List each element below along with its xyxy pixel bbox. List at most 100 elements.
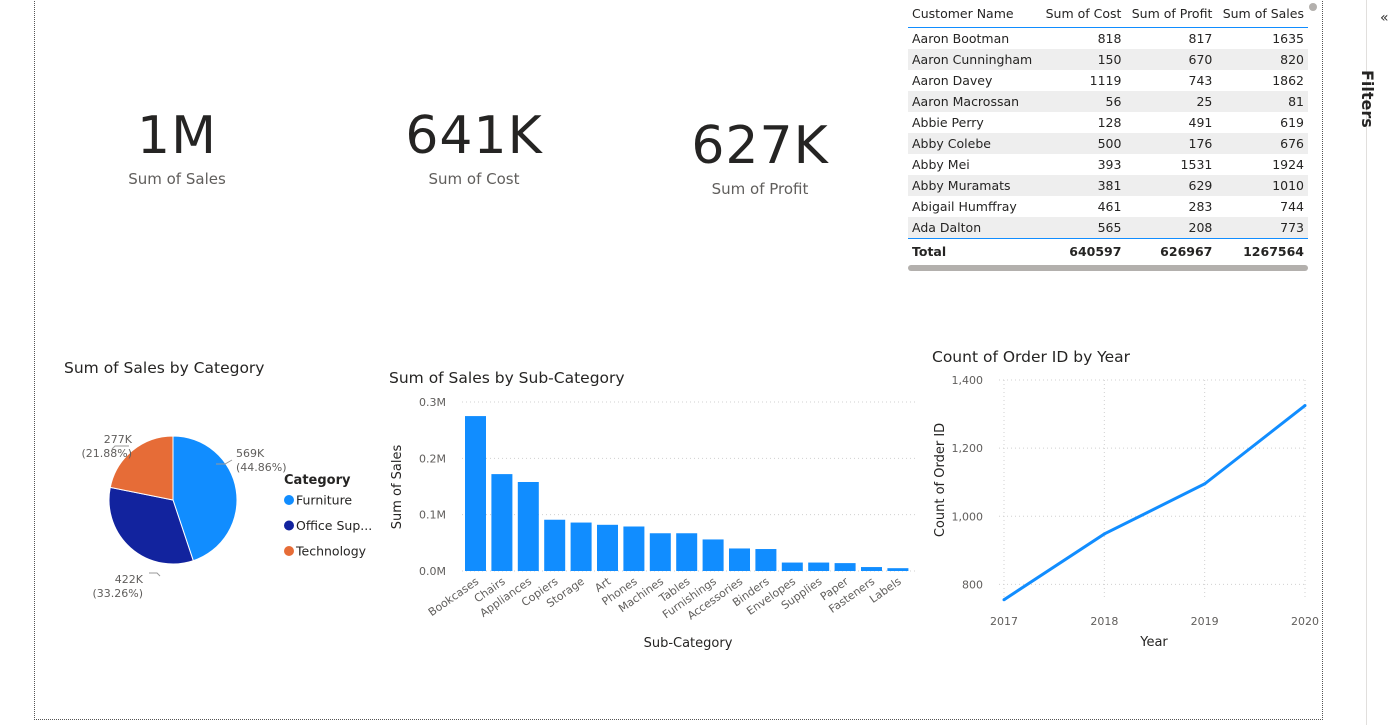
legend-marker [284,520,294,531]
y-tick-label: 0.0M [419,565,446,578]
customer-name-cell: Aaron Bootman [908,27,1040,49]
bar[interactable] [465,416,486,571]
customer-name-cell: Aaron Davey [908,70,1040,91]
value-cell: 283 [1125,196,1217,217]
total-value: 1267564 [1216,238,1308,262]
card-sum-of-cost[interactable]: 641K Sum of Cost [374,110,574,188]
table-total-row: Total 640597 626967 1267564 [908,238,1308,262]
y-tick-label: 1,200 [952,442,984,455]
x-tick-label: 2017 [990,615,1018,628]
legend-marker [284,546,294,556]
y-tick-label: 800 [962,578,983,591]
value-cell: 670 [1125,49,1217,70]
customer-name-cell: Abby Colebe [908,133,1040,154]
column-header[interactable]: Customer Name [908,2,1040,28]
bar[interactable] [491,474,513,571]
data-point[interactable] [1203,482,1207,486]
bar[interactable] [755,549,777,571]
bar[interactable] [676,533,698,571]
table-row[interactable]: Abbie Perry 128 491 619 [908,112,1308,133]
table-row[interactable]: Abby Muramats 381 629 1010 [908,175,1308,196]
table-row[interactable]: Aaron Davey 1119 743 1862 [908,70,1308,91]
value-cell: 81 [1216,91,1308,112]
line-chart[interactable]: 800 1,000 1,200 1,400 2017 2018 2019 2020 Year Co… [925,370,1325,660]
customer-name-cell: Abbie Perry [908,112,1040,133]
card-label: Sum of Profit [711,180,809,198]
table-row[interactable]: Abby Mei 393 1531 1924 [908,154,1308,175]
bar[interactable] [517,481,539,571]
card-label: Sum of Cost [428,170,520,188]
bar[interactable] [808,562,830,571]
customer-table[interactable]: Customer Name Sum of Cost Sum of Profit … [908,2,1308,262]
value-cell: 381 [1039,175,1126,196]
value-cell: 1119 [1039,70,1126,91]
value-cell: 461 [1039,196,1126,217]
bar[interactable] [649,533,671,571]
bar[interactable] [702,539,724,571]
value-cell: 56 [1039,91,1126,112]
filters-label[interactable]: Filters [1358,70,1377,128]
customer-name-cell: Aaron Macrossan [908,91,1040,112]
table-row[interactable]: Abigail Humffray 461 283 744 [908,196,1308,217]
bar[interactable] [729,548,750,571]
x-axis-title: Year [1139,635,1168,650]
data-point[interactable] [1002,598,1006,602]
legend-item[interactable]: Technology [295,544,367,559]
card-sum-of-profit[interactable]: 627K Sum of Profit [660,120,860,198]
bar[interactable] [834,563,856,571]
series-line[interactable] [1003,404,1306,601]
table-row[interactable]: Aaron Macrossan 56 25 81 [908,91,1308,112]
value-cell: 500 [1039,133,1126,154]
customer-name-cell: Abigail Humffray [908,196,1040,217]
legend-item[interactable]: Office Sup... [296,518,372,533]
collapse-filters-icon[interactable]: « [1380,10,1389,26]
card-sum-of-sales[interactable]: 1M Sum of Sales [77,110,277,188]
value-cell: 1010 [1216,175,1308,196]
column-header[interactable]: Sum of Cost [1039,2,1126,28]
bar[interactable] [597,524,618,571]
data-point[interactable] [1303,404,1307,408]
bar[interactable] [781,562,803,571]
pie-chart[interactable]: 569K(44.86%) 422K(33.26%) 277K(21.88%) Cate… [60,420,390,620]
bar-chart[interactable]: 0.0M0.1M0.2M0.3MBookcasesChairsAppliance… [380,390,925,660]
pie-chart-title: Sum of Sales by Category [64,359,265,377]
legend-item[interactable]: Furniture [296,493,352,508]
table-row[interactable]: Aaron Cunningham 150 670 820 [908,49,1308,70]
value-cell: 1635 [1216,27,1308,49]
bar[interactable] [570,522,592,571]
bar[interactable] [544,519,566,571]
x-tick-label: 2018 [1090,615,1118,628]
value-cell: 817 [1125,27,1217,49]
pie-leader-line [149,572,161,577]
value-cell: 208 [1125,217,1217,239]
table-header-row: Customer Name Sum of Cost Sum of Profit … [908,2,1308,28]
value-cell: 818 [1039,27,1126,49]
table-horizontal-scrollbar[interactable] [908,265,1308,271]
value-cell: 820 [1216,49,1308,70]
table-row[interactable]: Aaron Bootman 818 817 1635 [908,27,1308,49]
bar[interactable] [861,567,882,571]
data-point[interactable] [1102,532,1106,536]
value-cell: 773 [1216,217,1308,239]
table-row[interactable]: Ada Dalton 565 208 773 [908,217,1308,239]
column-header[interactable]: Sum of Sales [1216,2,1308,28]
value-cell: 619 [1216,112,1308,133]
table-vertical-scrollbar[interactable] [1309,3,1317,11]
bar-chart-title: Sum of Sales by Sub-Category [389,369,625,387]
customer-name-cell: Ada Dalton [908,217,1040,239]
bar[interactable] [623,526,645,571]
legend-title: Category [284,473,351,488]
customer-name-cell: Aaron Cunningham [908,49,1040,70]
pie-percent-label: (44.86%) [236,461,287,474]
pie-value-label: 569K [236,447,265,460]
value-cell: 491 [1125,112,1217,133]
column-header[interactable]: Sum of Profit [1125,2,1217,28]
bar[interactable] [887,568,909,571]
table-row[interactable]: Abby Colebe 500 176 676 [908,133,1308,154]
value-cell: 676 [1216,133,1308,154]
y-axis-title: Count of Order ID [933,423,948,537]
customer-name-cell: Abby Muramats [908,175,1040,196]
y-tick-label: 1,000 [952,510,984,523]
card-value: 1M [137,106,217,166]
value-cell: 1531 [1125,154,1217,175]
